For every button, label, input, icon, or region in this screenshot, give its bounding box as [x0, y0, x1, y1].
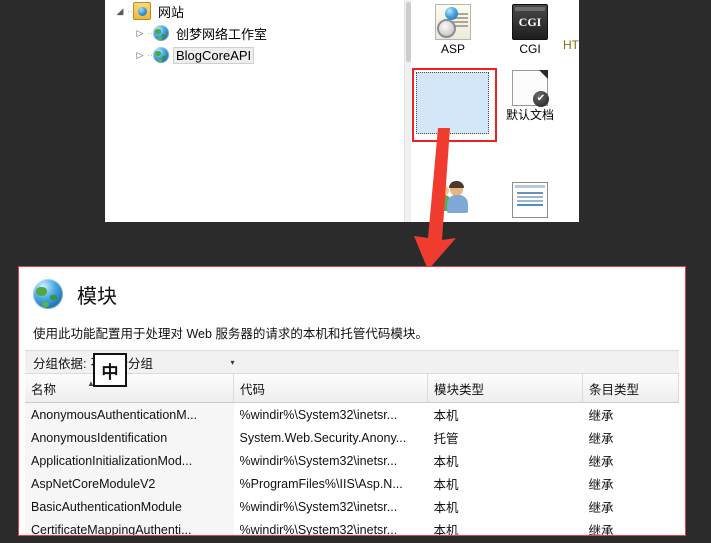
globe-icon	[33, 279, 63, 309]
table-row[interactable]: AnonymousIdentification System.Web.Secur…	[25, 426, 679, 449]
ime-mode-indicator: 中	[93, 353, 127, 387]
panel-description: 使用此功能配置用于处理对 Web 服务器的请求的本机和托管代码模块。	[33, 327, 428, 341]
connections-tree-pane: ◢ ·· 网站 ▷ ·· 创梦网络工作室 ▷ ·· BlogCoreAPI	[105, 0, 406, 222]
cell-code: %windir%\System32\inetsr...	[239, 522, 398, 536]
cell-name: AspNetCoreModuleV2	[25, 472, 234, 495]
cell-code: %windir%\System32\inetsr...	[239, 453, 398, 468]
cell-entry-type: 继承	[588, 432, 614, 446]
chevron-down-icon[interactable]: ▾	[230, 358, 240, 367]
cell-name: ApplicationInitializationMod...	[25, 449, 234, 472]
check-badge-icon: ✔	[533, 91, 549, 107]
expander-expand-icon[interactable]: ▷	[133, 50, 147, 60]
feature-label: CGI	[519, 42, 541, 56]
top-screenshot-region: ◢ ·· 网站 ▷ ·· 创梦网络工作室 ▷ ·· BlogCoreAPI AS…	[0, 0, 711, 266]
cell-entry-type: 继承	[588, 478, 614, 492]
tree-item-sites[interactable]: ◢ ·· 网站	[105, 0, 405, 22]
modules-table: 名称 ▲ 代码 模块类型 条目类型 AnonymousAuthenticatio…	[25, 373, 679, 536]
cell-module-type: 本机	[433, 478, 459, 492]
tree-item-label: 网站	[158, 4, 185, 20]
expander-expand-icon[interactable]: ▷	[133, 28, 147, 38]
cell-name: BasicAuthenticationModule	[25, 495, 234, 518]
feature-cgi[interactable]: CGI CGI	[494, 4, 566, 56]
globe-icon	[153, 25, 169, 41]
cell-entry-type: 继承	[588, 455, 614, 469]
report-icon	[512, 182, 548, 218]
gear-icon	[437, 19, 456, 38]
table-row[interactable]: ApplicationInitializationMod... %windir%…	[25, 449, 679, 472]
cell-entry-type: 继承	[588, 524, 614, 536]
panel-header: 模块	[19, 267, 685, 315]
cgi-icon: CGI	[512, 4, 548, 40]
column-header-code[interactable]: 代码	[233, 374, 428, 403]
column-header-module-type[interactable]: 模块类型	[427, 374, 583, 403]
tree-item-label: 创梦网络工作室	[176, 26, 268, 42]
feature-report[interactable]	[494, 182, 566, 220]
cell-module-type: 本机	[433, 455, 459, 469]
table-row[interactable]: BasicAuthenticationModule %windir%\Syste…	[25, 495, 679, 518]
modules-feature-panel: 模块 使用此功能配置用于处理对 Web 服务器的请求的本机和托管代码模块。 分组…	[18, 266, 686, 536]
cell-code: System.Web.Security.Anony...	[239, 430, 407, 445]
asp-icon	[435, 4, 471, 40]
table-row[interactable]: AnonymousAuthenticationM... %windir%\Sys…	[25, 402, 679, 426]
column-header-label: 名称	[31, 382, 57, 397]
feature-asp[interactable]: ASP	[417, 4, 489, 56]
cell-module-type: 本机	[433, 409, 459, 423]
table-row[interactable]: AspNetCoreModuleV2 %ProgramFiles%\IIS\As…	[25, 472, 679, 495]
tree-item-site-2[interactable]: ▷ ·· BlogCoreAPI	[105, 44, 405, 66]
feature-default-document[interactable]: ✔ 默认文档	[494, 70, 566, 122]
feature-http-clipped[interactable]: HT	[563, 4, 579, 52]
cell-module-type: 本机	[433, 524, 459, 536]
cell-code: %windir%\System32\inetsr...	[239, 407, 398, 422]
feature-label: ASP	[440, 42, 465, 56]
group-by-label: 分组依据:	[33, 356, 87, 371]
red-down-arrow	[414, 128, 456, 266]
cell-name: AnonymousIdentification	[25, 426, 234, 449]
cell-entry-type: 继承	[588, 409, 614, 423]
cell-code: %windir%\System32\inetsr...	[239, 499, 398, 514]
modules-selection-marker	[416, 72, 489, 134]
column-header-name[interactable]: 名称 ▲	[25, 374, 234, 403]
cell-name: CertificateMappingAuthenti...	[25, 518, 234, 535]
cell-module-type: 本机	[433, 501, 459, 515]
http-icon	[563, 4, 579, 38]
page-title: 模块	[77, 285, 117, 308]
feature-label: HT	[563, 38, 579, 52]
column-header-entry-type[interactable]: 条目类型	[582, 374, 679, 403]
tree-item-label-selected: BlogCoreAPI	[173, 46, 255, 64]
table-row[interactable]: CertificateMappingAuthenti... %windir%\S…	[25, 518, 679, 536]
globe-icon	[153, 47, 169, 63]
default-document-icon: ✔	[512, 70, 549, 107]
table-body: AnonymousAuthenticationM... %windir%\Sys…	[25, 402, 679, 536]
cell-name: AnonymousAuthenticationM...	[25, 402, 234, 426]
cell-code: %ProgramFiles%\IIS\Asp.N...	[239, 476, 403, 491]
expander-collapse-icon[interactable]: ◢	[113, 6, 127, 16]
folder-icon	[133, 2, 151, 20]
tree-item-site-1[interactable]: ▷ ·· 创梦网络工作室	[105, 22, 405, 44]
feature-label: 默认文档	[505, 108, 554, 122]
cell-entry-type: 继承	[588, 501, 614, 515]
cell-module-type: 托管	[433, 432, 459, 446]
